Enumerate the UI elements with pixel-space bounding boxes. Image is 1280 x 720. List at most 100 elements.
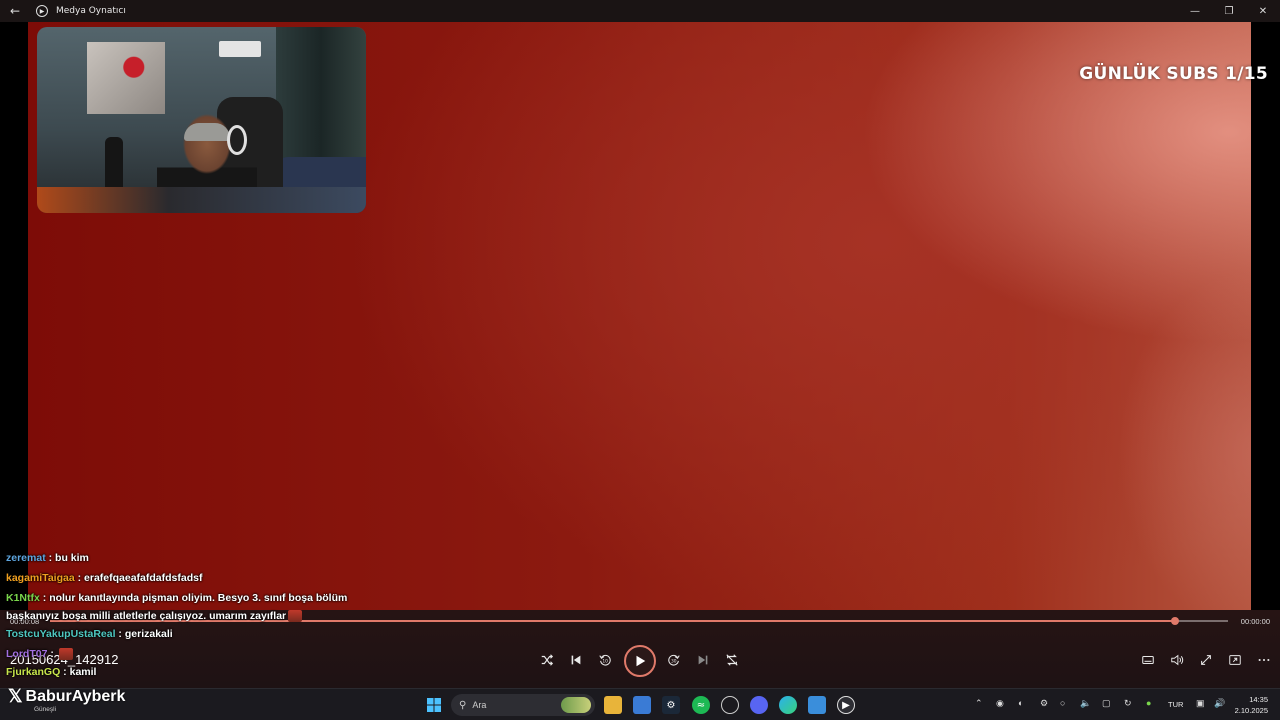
webcam-overlay (37, 27, 366, 213)
chat-username: K1Ntfx (6, 592, 40, 604)
chat-separator: : (45, 552, 56, 564)
mini-player-button[interactable] (1225, 650, 1245, 670)
search-placeholder: Ara (472, 700, 487, 710)
chat-message-continuation: başkanıyız boşa milli atletlerle çalışıy… (6, 608, 347, 624)
video-area[interactable]: GÜNLÜK SUBS 1/15 (0, 22, 1280, 610)
network-icon[interactable]: ▣ (1196, 698, 1205, 709)
seek-bar-thumb[interactable] (1170, 617, 1179, 625)
shuffle-icon (541, 654, 554, 666)
edge-icon[interactable] (779, 696, 797, 714)
close-button[interactable]: ✕ (1246, 0, 1280, 22)
rewind-10-icon: 10 (599, 654, 611, 666)
webcam-painting (87, 42, 165, 114)
total-time: 00:00:00 (1240, 617, 1270, 626)
headphones-icon (227, 125, 247, 155)
discord-icon[interactable] (750, 696, 768, 714)
streamer-watermark: 𝕏 BaburAyberk (8, 686, 125, 707)
tray-app-icon[interactable]: ⚙ (1040, 698, 1048, 709)
photos-icon[interactable] (808, 696, 826, 714)
clock-time: 14:35 (1249, 695, 1268, 704)
start-button[interactable] (425, 696, 443, 714)
forward-30-icon: 30 (668, 654, 680, 666)
media-player-app-icon: ▶ (36, 5, 48, 17)
svg-text:10: 10 (602, 659, 608, 665)
chat-separator: : (60, 666, 70, 678)
chat-username: kagamiTaigaa (6, 572, 75, 584)
chrome-like-icon[interactable] (721, 696, 739, 714)
speaker-tray-icon[interactable]: 🔈 (1080, 698, 1091, 709)
webcam-curtain (276, 27, 366, 167)
media-player-taskbar-icon[interactable]: ▶ (837, 696, 855, 714)
store-icon[interactable] (633, 696, 651, 714)
emote-icon (288, 610, 303, 623)
play-icon (636, 655, 646, 667)
next-button[interactable] (693, 650, 713, 670)
x-logo-icon: 𝕏 (8, 686, 23, 706)
maximize-button[interactable]: ❐ (1212, 0, 1246, 22)
chat-message: K1Ntfx : nolur kanıtlayında pişman oliyi… (6, 588, 347, 608)
chat-text: erafefqaeafafdafdsfadsf (84, 572, 203, 584)
mini-player-icon (1229, 655, 1241, 665)
tray-overflow-chevron-icon[interactable]: ⌃ (975, 698, 983, 709)
chat-username: TostcuYakupUstaReal (6, 628, 116, 640)
more-options-icon (1258, 658, 1270, 662)
repeat-button[interactable] (722, 650, 742, 670)
chat-message: zeremat : bu kim (6, 548, 347, 568)
chat-username: zeremat (6, 552, 46, 564)
back-arrow-icon[interactable]: ← (0, 0, 30, 22)
windows-logo-icon (427, 698, 441, 712)
chat-text: kamil (69, 666, 97, 678)
chat-username: FjurkanGQ (6, 666, 61, 678)
forward-30-button[interactable]: 30 (664, 650, 684, 670)
webcam-air-conditioner (219, 41, 261, 57)
chat-message: FjurkanGQ : kamil (6, 664, 347, 680)
shuffle-button[interactable] (537, 650, 557, 670)
subtitles-icon (1142, 655, 1154, 665)
search-highlight-image (561, 697, 591, 713)
minimize-button[interactable]: — (1178, 0, 1212, 22)
rewind-10-button[interactable]: 10 (595, 650, 615, 670)
chat-text: nolur kanıtlayında pişman oliyim. Besyo … (49, 592, 348, 604)
previous-button[interactable] (566, 650, 586, 670)
skip-next-icon (698, 655, 708, 665)
taskbar: ⚲ Ara ⚙ ≈ ▶ ⌃ ◉ ◐ ⚙ ○ 🔈 ▢ ↻ ● TUR ▣ 🔊 14… (0, 688, 1280, 720)
subs-counter-overlay: GÜNLÜK SUBS 1/15 (1079, 64, 1268, 84)
window-title: Medya Oynatıcı (56, 6, 126, 16)
microphone-tray-icon[interactable]: ● (1146, 698, 1151, 708)
watermark-subtitle: Güneşli (34, 706, 57, 713)
svg-text:30: 30 (671, 659, 677, 665)
steam-tray-icon[interactable]: ○ (1060, 698, 1065, 708)
webcam-desk (37, 187, 366, 213)
input-language[interactable]: TUR (1168, 700, 1183, 709)
volume-tray-icon[interactable]: 🔊 (1214, 698, 1225, 709)
file-explorer-icon[interactable] (604, 696, 622, 714)
volume-button[interactable] (1167, 650, 1187, 670)
chat-separator: : (47, 648, 57, 660)
tray-app-icon[interactable]: ▢ (1102, 698, 1111, 709)
chat-separator: : (74, 572, 85, 584)
taskbar-clock[interactable]: 14:35 2.10.2025 (1235, 694, 1268, 716)
chat-message: kagamiTaigaa : erafefqaeafafdafdsfadsf (6, 568, 347, 588)
chat-text: başkanıyız boşa milli atletlerle çalışıy… (6, 610, 287, 622)
search-icon: ⚲ (459, 699, 467, 711)
chat-separator: : (115, 628, 125, 640)
media-player-window: ← ▶ Medya Oynatıcı — ❐ ✕ GÜNLÜK SUBS 1/1… (0, 0, 1280, 720)
fullscreen-icon (1201, 655, 1211, 665)
chat-username: LordT07 (6, 648, 48, 660)
more-options-button[interactable] (1254, 650, 1274, 670)
chat-separator: : (39, 592, 50, 604)
tray-app-icon[interactable]: ◐ (1018, 698, 1023, 708)
sync-tray-icon[interactable]: ↻ (1124, 698, 1132, 709)
chat-text: gerizakali (124, 628, 173, 640)
title-bar: ← ▶ Medya Oynatıcı — ❐ ✕ (0, 0, 1280, 22)
subtitles-button[interactable] (1138, 650, 1158, 670)
skip-previous-icon (571, 655, 581, 665)
tray-app-icon[interactable]: ◉ (996, 698, 1004, 709)
watermark-name: BaburAyberk (25, 687, 126, 705)
chat-overlay: zeremat : bu kim kagamiTaigaa : erafefqa… (6, 548, 347, 680)
taskbar-search[interactable]: ⚲ Ara (451, 694, 595, 716)
spotify-icon[interactable]: ≈ (692, 696, 710, 714)
play-button[interactable] (624, 645, 656, 677)
fullscreen-button[interactable] (1196, 650, 1216, 670)
steam-icon[interactable]: ⚙ (662, 696, 680, 714)
